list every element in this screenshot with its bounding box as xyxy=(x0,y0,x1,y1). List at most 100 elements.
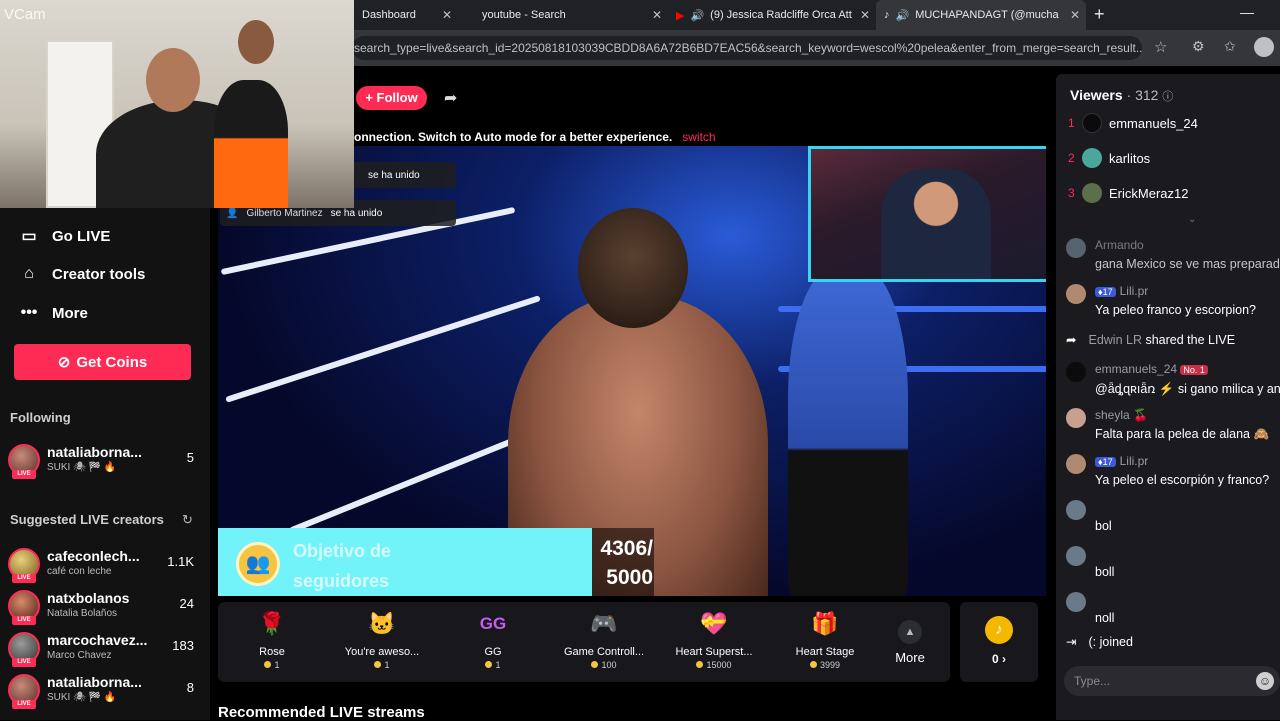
rose-icon: 🌹 xyxy=(258,611,286,636)
gift-name: You're aweso... xyxy=(344,646,420,658)
dots-icon: ••• xyxy=(20,304,38,321)
tab-jessica-radcliffe[interactable]: ▶ 🔊 (9) Jessica Radcliffe Orca Att ✕ xyxy=(668,0,876,30)
gift-youre-awesome[interactable]: 🐱 You're aweso... 1 xyxy=(332,608,432,670)
live-badge: LIVE xyxy=(12,574,36,583)
goal-count: 4306/ 5000 xyxy=(600,537,653,589)
coin-icon xyxy=(696,661,704,668)
extension-icon[interactable]: ⚙ xyxy=(1192,38,1205,55)
suggested-heading: Suggested LIVE creators xyxy=(10,512,164,527)
top-viewer[interactable]: 1 emmanuels_24 xyxy=(1068,111,1198,135)
minimize-icon[interactable]: — xyxy=(1240,4,1254,20)
nav-go-live[interactable]: ▭ Go LIVE xyxy=(18,226,110,246)
suggested-item[interactable]: LIVE nataliaborna... SUKI 🕷 🏁 🔥 8 xyxy=(8,672,198,709)
follow-button[interactable]: + Follow xyxy=(356,86,427,110)
tab-title: (9) Jessica Radcliffe Orca Att xyxy=(710,9,852,21)
close-icon[interactable]: ✕ xyxy=(442,8,452,22)
level-badge: ♦17 xyxy=(1095,457,1116,467)
suggested-item[interactable]: LIVE natxbolanos Natalia Bolaños 24 xyxy=(8,588,198,625)
refresh-icon[interactable]: ↻ xyxy=(182,512,193,528)
coin-icon xyxy=(591,661,599,668)
profile-avatar[interactable] xyxy=(1254,37,1274,57)
live-badge: LIVE xyxy=(12,700,36,709)
share-icon: ➦ xyxy=(1066,333,1077,347)
switch-link[interactable]: switch xyxy=(682,130,715,144)
help-icon[interactable]: ⓘ xyxy=(1162,91,1173,103)
viewers-heading: Viewers · 312 ⓘ xyxy=(1070,87,1173,104)
live-badge: LIVE xyxy=(12,470,36,479)
coin-icon xyxy=(809,661,817,668)
tab-muchapandagt[interactable]: ♪ 🔊 MUCHAPANDAGT (@mucha ✕ xyxy=(876,0,1086,30)
gift-price: 100 xyxy=(601,660,617,670)
creator-name: cafeconlech... xyxy=(47,548,140,564)
coin-icon xyxy=(264,661,272,668)
message-text: Falta para la pelea de alana 🙈 xyxy=(1095,427,1270,441)
close-icon[interactable]: ✕ xyxy=(652,8,662,22)
live-badge: LIVE xyxy=(12,616,36,625)
viewer-count: 24 xyxy=(179,596,194,611)
heart-stage-icon: 🎁 xyxy=(811,611,839,636)
nav-more[interactable]: ••• More xyxy=(18,304,88,322)
tab-youtube-search[interactable]: youtube - Search ✕ xyxy=(458,0,668,30)
speaker-icon[interactable]: 🔊 xyxy=(690,9,704,22)
gift-price: 15000 xyxy=(706,660,732,670)
nav-creator-tools[interactable]: ⌂ Creator tools xyxy=(18,265,145,283)
streamer-figure xyxy=(881,169,991,279)
level-badge: ♦17 xyxy=(1095,287,1116,297)
gift-rose[interactable]: 🌹 Rose 1 xyxy=(222,608,322,670)
webcam-overlay: VCam xyxy=(0,0,354,208)
avatar xyxy=(1066,592,1086,612)
top-viewer[interactable]: 2 karlitos xyxy=(1068,146,1150,170)
more-gifts-button[interactable]: ▲ More xyxy=(882,620,938,665)
share-text: shared the LIVE xyxy=(1145,332,1236,347)
creator-name: nataliaborna... xyxy=(47,444,142,460)
more-label: More xyxy=(895,650,925,665)
viewer-count: 5 xyxy=(186,450,194,465)
avatar xyxy=(1082,113,1102,133)
emoji-icon[interactable]: ☺ xyxy=(1256,672,1274,690)
gift-heart-superstar[interactable]: 💝 Heart Superst... 15000 xyxy=(664,608,764,670)
get-coins-label: Get Coins xyxy=(76,353,148,371)
chevron-down-icon[interactable]: ⌄ xyxy=(1188,214,1196,225)
avatar xyxy=(1066,238,1086,258)
chat-input[interactable] xyxy=(1064,666,1280,696)
url-field[interactable]: search_type=live&search_id=2025081810303… xyxy=(352,36,1142,60)
gift-name: Heart Stage xyxy=(795,646,855,658)
close-icon[interactable]: ✕ xyxy=(860,8,870,22)
viewer-count: 8 xyxy=(186,680,194,695)
ring-rope xyxy=(225,295,541,403)
get-coins-button[interactable]: ⊘ Get Coins xyxy=(14,344,191,380)
new-tab-icon[interactable]: + xyxy=(1094,4,1105,25)
gift-gg[interactable]: GG GG 1 xyxy=(443,608,543,670)
join-text: se ha unido xyxy=(368,169,420,181)
creator-name: nataliaborna... xyxy=(47,674,142,690)
message-user: sheyla 🍒 xyxy=(1095,408,1148,422)
tab-dashboard[interactable]: Dashboard ✕ xyxy=(354,0,458,30)
speaker-icon[interactable]: 🔊 xyxy=(896,9,910,22)
message-text: Ya peleo franco y escorpion? xyxy=(1095,303,1256,317)
gift-name: Rose xyxy=(259,646,285,658)
coin-balance-button[interactable]: ♪ 0 › xyxy=(960,602,1038,682)
creator-nickname: Marco Chavez xyxy=(47,650,112,661)
gift-game-controller[interactable]: 🎮 Game Controll... 100 xyxy=(554,608,654,670)
share-user: Edwin LR xyxy=(1088,332,1142,347)
gift-price: 1 xyxy=(495,660,501,670)
join-notice: ⇥ (: joined xyxy=(1066,634,1133,650)
gift-name: Game Controll... xyxy=(563,646,645,658)
child-head xyxy=(238,20,274,64)
close-icon[interactable]: ✕ xyxy=(1070,8,1080,22)
viewer-count: 183 xyxy=(172,638,194,653)
favorites-icon[interactable]: ✩ xyxy=(1224,38,1236,55)
top-viewer[interactable]: 3 ErickMeraz12 xyxy=(1068,181,1188,205)
referee-figure xyxy=(788,266,908,596)
streamer-cam xyxy=(808,146,1046,282)
message-user: Lili.pr xyxy=(1119,284,1149,298)
message-text: bol xyxy=(1095,519,1112,533)
following-item[interactable]: LIVE nataliaborna... SUKI 🕷 🏁 🔥 5 xyxy=(8,442,198,479)
share-icon[interactable]: ➦ xyxy=(444,88,457,108)
suggested-item[interactable]: LIVE marcochavez... Marco Chavez 183 xyxy=(8,630,198,667)
gift-heart-stage[interactable]: 🎁 Heart Stage 3999 xyxy=(775,608,875,670)
message-text: Ya peleo el escorpión y franco? xyxy=(1095,473,1270,487)
suggested-item[interactable]: LIVE cafeconlech... café con leche 1.1K xyxy=(8,546,198,583)
follower-goal: 👥 Objetivo de seguidores xyxy=(218,528,592,596)
star-icon[interactable]: ☆ xyxy=(1154,38,1167,56)
